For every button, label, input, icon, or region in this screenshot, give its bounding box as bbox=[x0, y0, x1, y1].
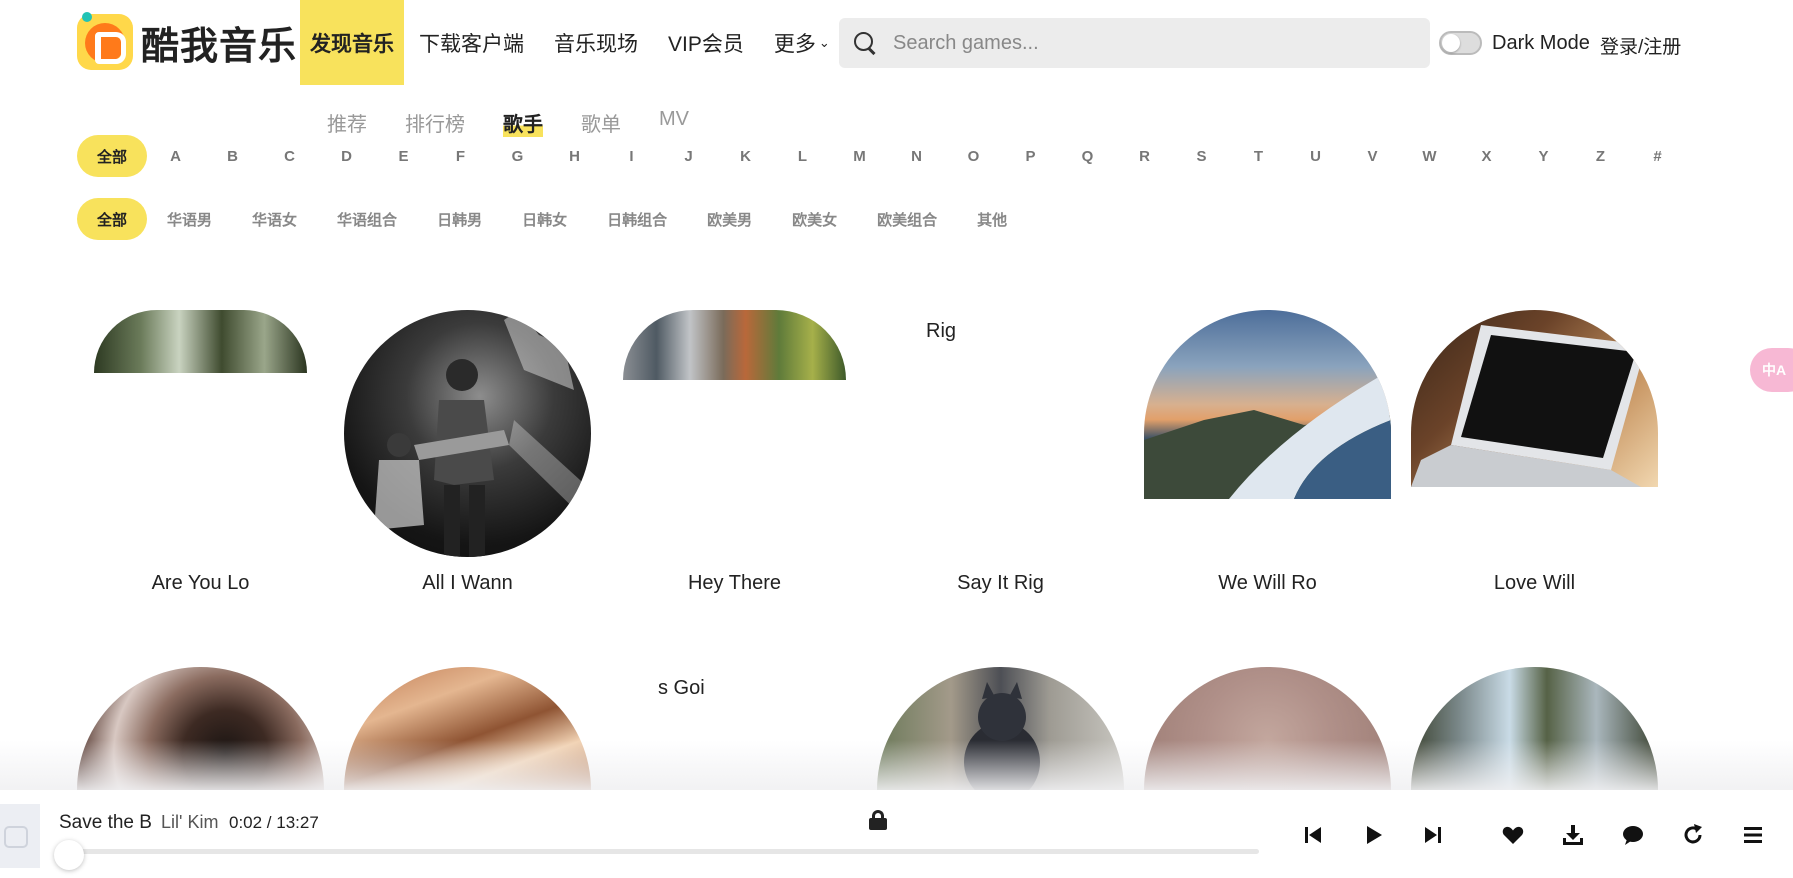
letter-filter-item[interactable]: Q bbox=[1059, 148, 1116, 165]
logo[interactable]: 酷我音乐 bbox=[77, 12, 298, 70]
song-time: 0:02 / 13:27 bbox=[229, 813, 319, 832]
letter-filter-all[interactable]: 全部 bbox=[77, 135, 148, 177]
letter-filter-item[interactable]: S bbox=[1173, 148, 1230, 165]
artist-name: Are You Lo bbox=[151, 572, 250, 594]
nav-more[interactable]: 更多 ⌄ bbox=[759, 0, 845, 85]
next-icon[interactable] bbox=[1421, 823, 1445, 847]
letter-filter-item[interactable]: C bbox=[261, 148, 318, 165]
tab-mv[interactable]: MV bbox=[659, 108, 689, 137]
artist-photo bbox=[1411, 310, 1658, 487]
broken-image-alt-text: s Goi bbox=[658, 677, 705, 699]
nav-download-client[interactable]: 下载客户端 bbox=[404, 0, 539, 85]
category-filter-item[interactable]: 日韩女 bbox=[502, 209, 587, 230]
toggle-knob bbox=[1442, 34, 1460, 52]
dark-mode-toggle[interactable] bbox=[1439, 31, 1482, 55]
logo-text: 酷我音乐 bbox=[141, 23, 298, 68]
artist-photo bbox=[1144, 310, 1391, 499]
artist-photo bbox=[344, 310, 591, 557]
category-filter-item[interactable]: 欧美男 bbox=[687, 209, 772, 230]
nav-live-music[interactable]: 音乐现场 bbox=[539, 0, 653, 85]
category-filter: 全部 华语男 华语女 华语组合 日韩男 日韩女 日韩组合 欧美男 欧美女 欧美组… bbox=[77, 198, 1027, 240]
previous-icon[interactable] bbox=[1301, 823, 1325, 847]
progress-handle[interactable] bbox=[54, 840, 84, 870]
artist-name: All I Wann bbox=[422, 572, 513, 594]
song-artist[interactable]: Lil' Kim bbox=[161, 812, 218, 833]
letter-filter-item[interactable]: A bbox=[147, 148, 204, 165]
letter-filter-item[interactable]: T bbox=[1230, 148, 1287, 165]
menu-icon[interactable] bbox=[1741, 823, 1765, 847]
tab-charts[interactable]: 排行榜 bbox=[405, 108, 465, 137]
letter-filter-item[interactable]: I bbox=[603, 148, 660, 165]
letter-filter-item[interactable]: P bbox=[1002, 148, 1059, 165]
category-filter-item[interactable]: 华语组合 bbox=[317, 209, 417, 230]
repeat-icon[interactable] bbox=[1681, 823, 1705, 847]
letter-filter-item[interactable]: F bbox=[432, 148, 489, 165]
nav-more-label: 更多 bbox=[773, 32, 816, 56]
sub-tabs: 推荐 排行榜 歌手 歌单 MV bbox=[327, 108, 727, 137]
progress-bar[interactable] bbox=[66, 849, 1259, 854]
letter-filter-item[interactable]: H bbox=[546, 148, 603, 165]
download-icon[interactable] bbox=[1561, 823, 1585, 847]
nav-discover-music[interactable]: 发现音乐 bbox=[300, 0, 404, 85]
letter-filter: 全部 A B C D E F G H I J K L M N O P Q R S… bbox=[77, 135, 1686, 177]
main-nav: 发现音乐 下载客户端 音乐现场 VIP会员 更多 ⌄ bbox=[300, 0, 845, 85]
letter-filter-item[interactable]: W bbox=[1401, 148, 1458, 165]
album-cover-placeholder-icon[interactable] bbox=[0, 804, 40, 868]
letter-filter-item[interactable]: B bbox=[204, 148, 261, 165]
category-filter-item[interactable]: 日韩组合 bbox=[587, 209, 687, 230]
letter-filter-item[interactable]: G bbox=[489, 148, 546, 165]
tab-recommend[interactable]: 推荐 bbox=[327, 108, 367, 137]
letter-filter-item[interactable]: Y bbox=[1515, 148, 1572, 165]
chevron-down-icon: ⌄ bbox=[818, 34, 830, 50]
letter-filter-item[interactable]: L bbox=[774, 148, 831, 165]
category-filter-all[interactable]: 全部 bbox=[77, 198, 148, 240]
bottom-fade bbox=[0, 740, 1793, 790]
play-icon[interactable] bbox=[1361, 823, 1385, 847]
category-filter-item[interactable]: 欧美女 bbox=[772, 209, 857, 230]
letter-filter-item[interactable]: R bbox=[1116, 148, 1173, 165]
login-register-link[interactable]: 登录/注册 bbox=[1600, 32, 1681, 59]
nav-vip[interactable]: VIP会员 bbox=[653, 0, 759, 85]
comment-icon[interactable] bbox=[1621, 823, 1645, 847]
broken-image-alt-text: Rig bbox=[926, 320, 957, 342]
letter-filter-item[interactable]: J bbox=[660, 148, 717, 165]
artist-name: We Will Ro bbox=[1218, 572, 1317, 594]
player-bar: Save the B Lil' Kim 0:02 / 13:27 bbox=[0, 790, 1793, 878]
letter-filter-item[interactable]: E bbox=[375, 148, 432, 165]
artist-name: Say It Rig bbox=[957, 572, 1044, 594]
category-filter-item[interactable]: 华语女 bbox=[232, 209, 317, 230]
letter-filter-item[interactable]: U bbox=[1287, 148, 1344, 165]
letter-filter-item[interactable]: K bbox=[717, 148, 774, 165]
letter-filter-item[interactable]: D bbox=[318, 148, 375, 165]
letter-filter-item[interactable]: # bbox=[1629, 148, 1686, 165]
letter-filter-item[interactable]: Z bbox=[1572, 148, 1629, 165]
search-input[interactable] bbox=[893, 31, 1393, 55]
category-filter-item[interactable]: 其他 bbox=[957, 209, 1027, 230]
artist-photo bbox=[94, 310, 307, 373]
letter-filter-item[interactable]: V bbox=[1344, 148, 1401, 165]
dark-mode-label: Dark Mode bbox=[1492, 32, 1590, 54]
kuwo-logo-icon bbox=[77, 12, 133, 70]
search-bar bbox=[839, 18, 1430, 68]
category-filter-item[interactable]: 欧美组合 bbox=[857, 209, 957, 230]
song-title[interactable]: Save the B bbox=[59, 812, 152, 834]
letter-filter-item[interactable]: X bbox=[1458, 148, 1515, 165]
translate-button[interactable]: 中A bbox=[1750, 348, 1793, 392]
category-filter-item[interactable]: 日韩男 bbox=[417, 209, 502, 230]
tab-artists[interactable]: 歌手 bbox=[503, 108, 543, 137]
category-filter-item[interactable]: 华语男 bbox=[147, 209, 232, 230]
letter-filter-item[interactable]: N bbox=[888, 148, 945, 165]
heart-icon[interactable] bbox=[1501, 823, 1525, 847]
search-icon[interactable] bbox=[853, 31, 877, 55]
artist-name: Hey There bbox=[687, 572, 781, 594]
artist-name: Love Will bbox=[1493, 572, 1576, 594]
tab-playlists[interactable]: 歌单 bbox=[581, 108, 621, 137]
lock-icon[interactable] bbox=[869, 810, 887, 830]
artist-photo bbox=[623, 310, 846, 380]
letter-filter-item[interactable]: M bbox=[831, 148, 888, 165]
letter-filter-item[interactable]: O bbox=[945, 148, 1002, 165]
